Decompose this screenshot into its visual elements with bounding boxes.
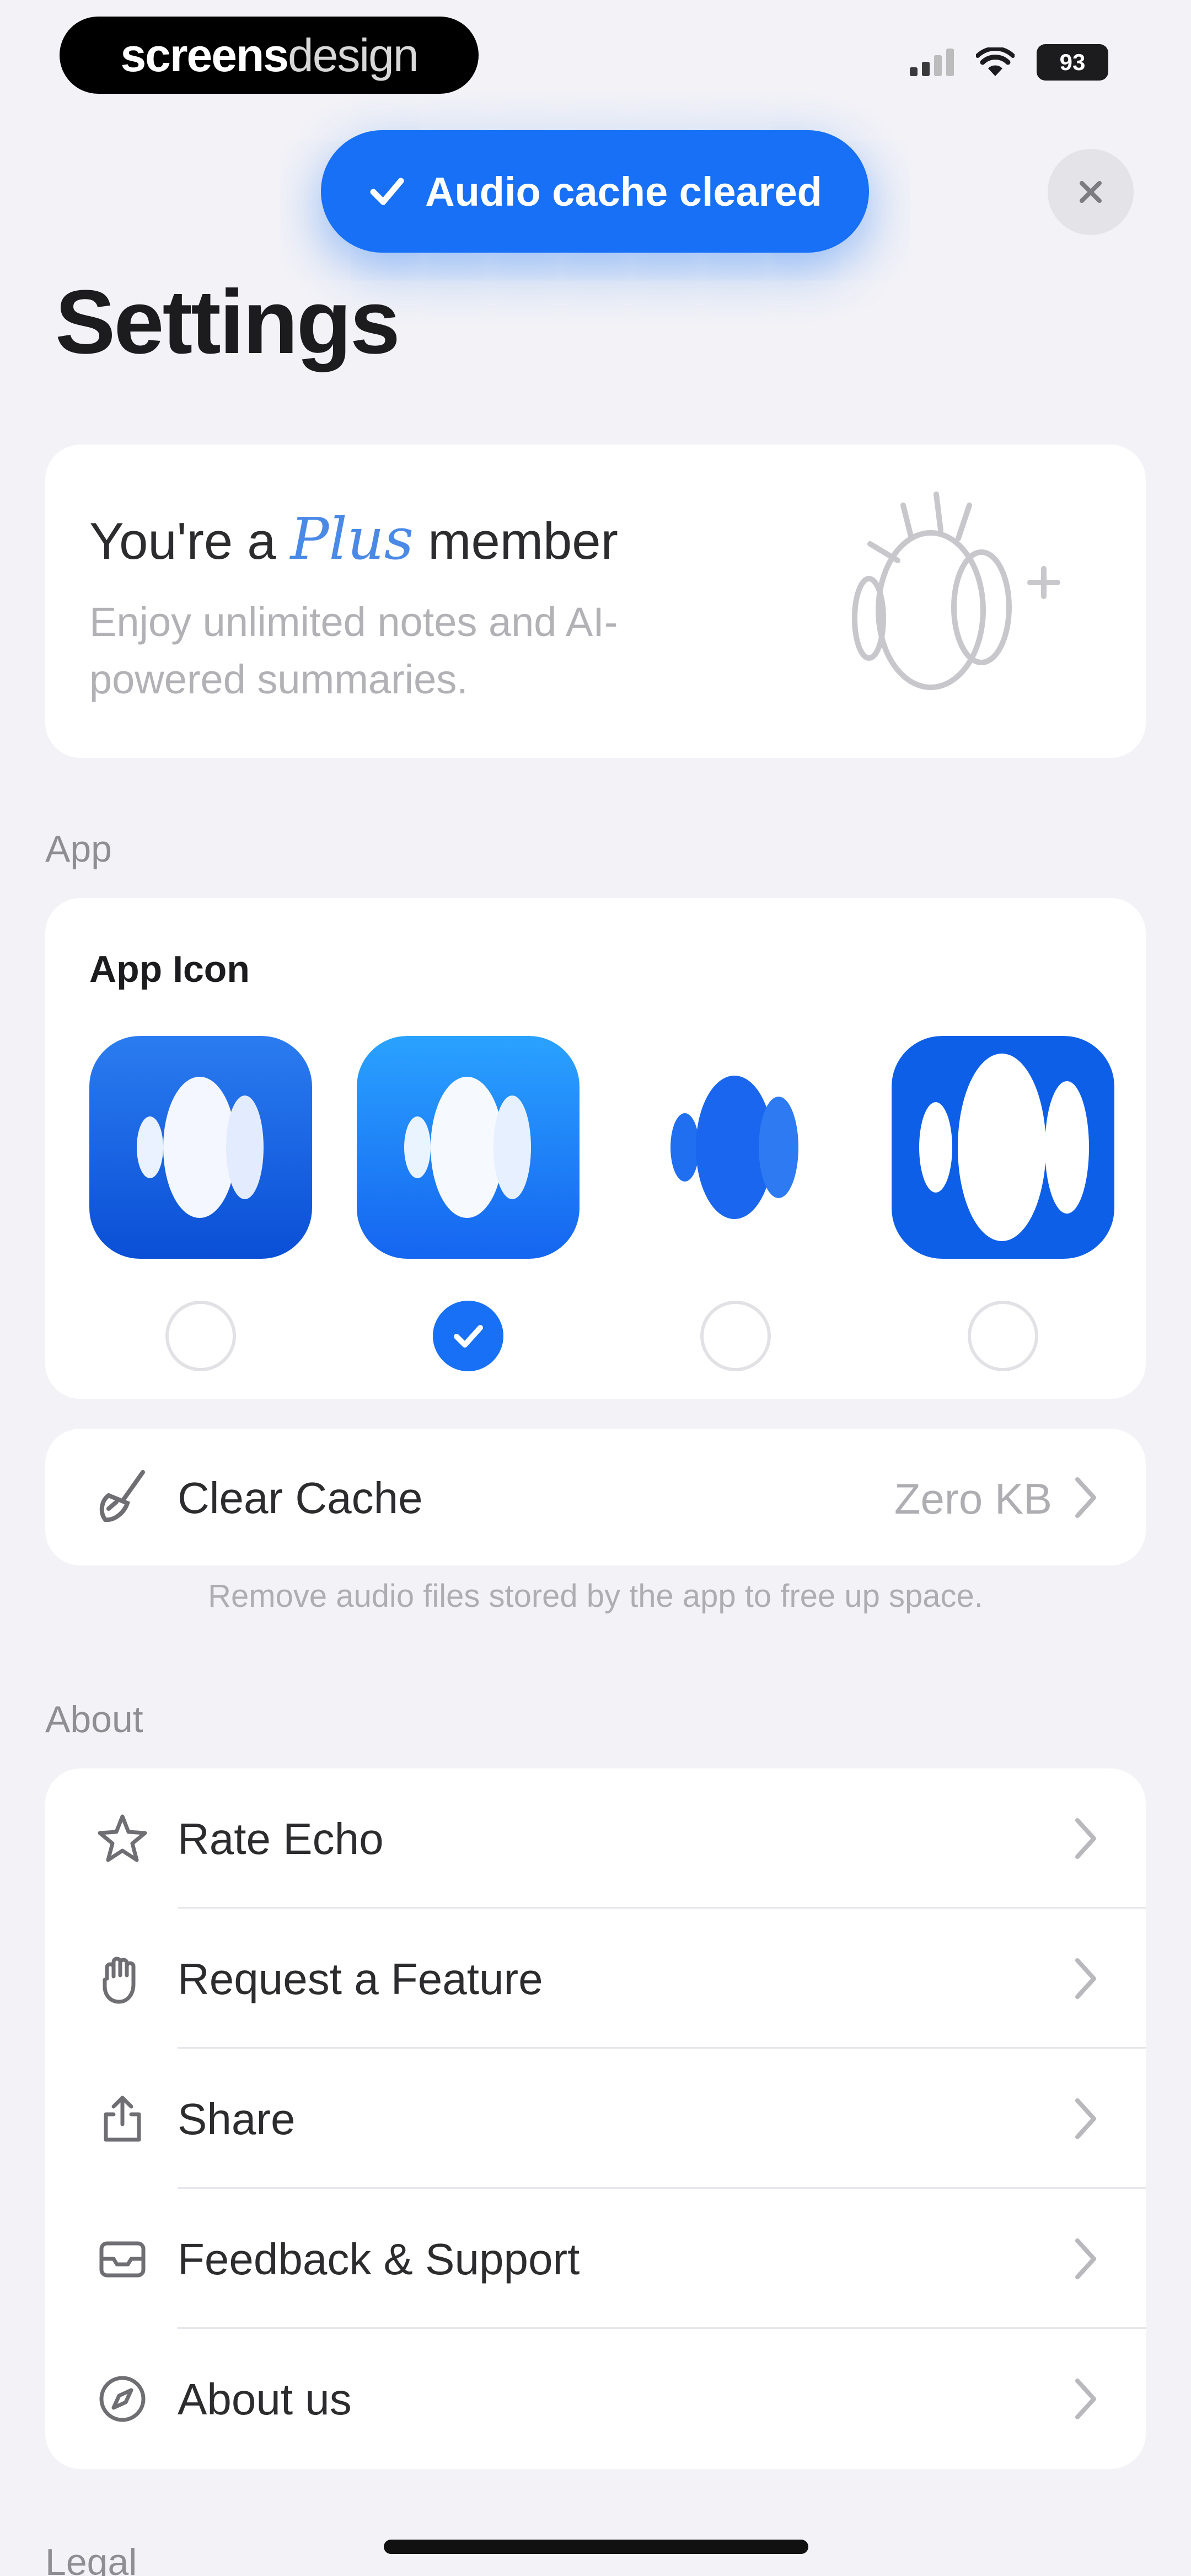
close-button[interactable] (1048, 149, 1134, 235)
share-icon (89, 2086, 155, 2152)
plus-title: You're a Plus member (89, 505, 618, 573)
about-item-rate-echo[interactable]: Rate Echo (45, 1768, 1146, 1909)
app-icon-radio-white[interactable] (700, 1301, 771, 1371)
checkmark-icon (370, 178, 404, 205)
plus-membership-card[interactable]: You're a Plus member Enjoy unlimited not… (45, 445, 1146, 758)
plus-title-suffix: member (428, 512, 618, 570)
app-icon-option-light-blue[interactable] (357, 1036, 580, 1259)
brand-watermark: screens design (60, 17, 479, 94)
clear-cache-note: Remove audio files stored by the app to … (208, 1578, 983, 1614)
mail-icon (89, 2226, 155, 2292)
echo-logo-icon (89, 1036, 312, 1259)
compass-icon (89, 2366, 155, 2432)
about-item-feedback-support[interactable]: Feedback & Support (45, 2189, 1146, 2329)
chevron-right-icon (1075, 2098, 1096, 2139)
echo-logo-icon (357, 1036, 580, 1259)
plus-title-plus: Plus (290, 505, 414, 573)
cache-size-value: Zero KB (894, 1474, 1052, 1523)
toast-notification: Audio cache cleared (321, 130, 869, 253)
section-label-about: About (45, 1698, 143, 1740)
chevron-right-icon (1075, 1958, 1096, 1999)
clear-cache-label: Clear Cache (178, 1473, 423, 1522)
about-list: Rate Echo Request a Feature Share Feedba… (45, 1768, 1146, 2469)
app-icon-radio-bold-blue[interactable] (968, 1301, 1038, 1371)
app-icon-option-bold-blue[interactable] (892, 1036, 1114, 1259)
about-item-label: About us (178, 2375, 352, 2424)
app-icon-card: App Icon (45, 898, 1146, 1399)
brand-light: design (288, 29, 419, 81)
about-item-label: Share (178, 2094, 296, 2144)
chevron-right-icon (1075, 1477, 1096, 1518)
brand-bold: screens (120, 29, 289, 81)
checkmark-icon (454, 1325, 483, 1348)
status-bar: screens design 93 (0, 0, 1191, 110)
app-icon-radio-dark-blue[interactable] (165, 1301, 236, 1371)
echo-logo-icon (624, 1036, 847, 1259)
hand-icon (89, 1946, 155, 2012)
about-item-label: Rate Echo (178, 1814, 384, 1863)
about-item-request-feature[interactable]: Request a Feature (45, 1909, 1146, 2049)
plus-description: Enjoy unlimited notes and AI-powered sum… (89, 599, 618, 702)
about-item-share[interactable]: Share (45, 2049, 1146, 2189)
echo-sparkle-illustration (852, 491, 1060, 690)
about-item-label: Request a Feature (178, 1954, 543, 2003)
app-icon-option-white[interactable] (624, 1036, 847, 1259)
section-label-legal: Legal (45, 2541, 137, 2576)
chevron-right-icon (1075, 2238, 1096, 2279)
page-title: Settings (55, 271, 400, 372)
close-icon (1080, 181, 1102, 203)
battery-indicator: 93 (1037, 44, 1108, 81)
chevron-right-icon (1075, 1818, 1096, 1859)
section-label-app: App (45, 828, 112, 870)
star-icon (89, 1805, 155, 1872)
signal-icon (910, 49, 954, 76)
plus-title-prefix: You're a (89, 512, 276, 570)
broom-icon (89, 1464, 155, 1530)
clear-cache-row[interactable]: Clear Cache Zero KB (45, 1429, 1146, 1565)
app-icon-radio-light-blue[interactable] (433, 1301, 503, 1371)
echo-logo-icon (892, 1036, 1114, 1259)
app-icon-title: App Icon (89, 948, 250, 990)
status-icons: 93 (910, 44, 1108, 81)
about-item-about-us[interactable]: About us (45, 2329, 1146, 2469)
home-indicator[interactable] (384, 2540, 808, 2554)
app-icon-option-dark-blue[interactable] (89, 1036, 312, 1259)
wifi-icon (976, 47, 1015, 76)
chevron-right-icon (1075, 2379, 1096, 2419)
toast-text: Audio cache cleared (425, 168, 822, 215)
about-item-label: Feedback & Support (178, 2235, 580, 2284)
